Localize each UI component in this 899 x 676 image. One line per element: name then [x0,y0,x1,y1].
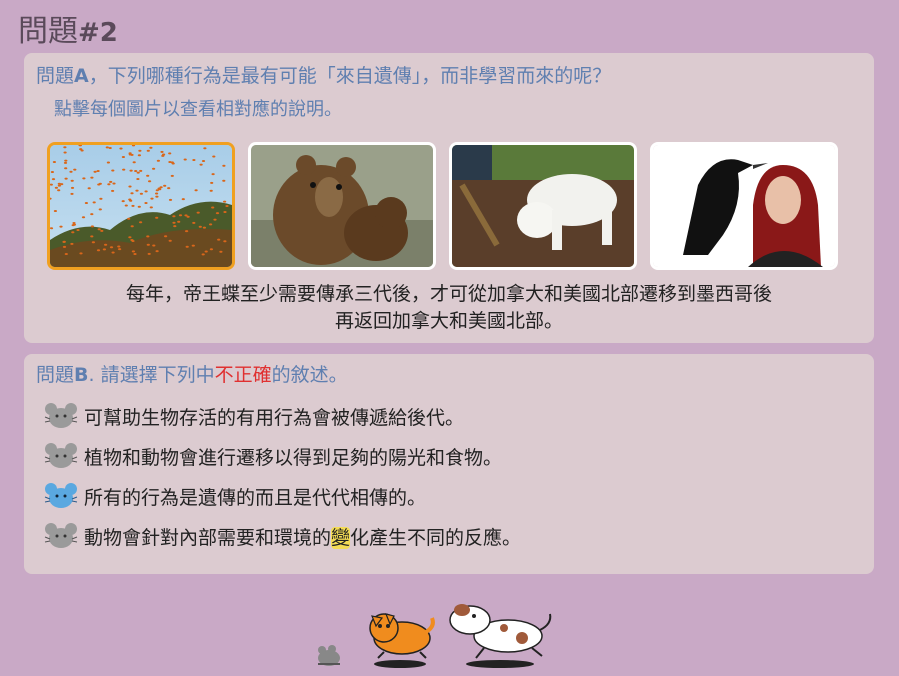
option-4[interactable]: 動物會針對內部需要和環境的變化產生不同的反應。 [44,519,521,553]
question-b-label: 問題 [36,364,75,386]
butterflies-image[interactable] [47,142,235,270]
image-description: 每年，帝王蝶至少需要傳承三代後，才可從加拿大和美國北部遷移到墨西哥後 再返回加拿… [24,281,874,335]
orange-cat-icon [369,613,435,668]
option-1[interactable]: 可幫助生物存活的有用行為會被傳遞給後代。 [44,399,464,433]
question-a-panel: 問題A，下列哪種行為是最有可能「來自遺傳」，而非學習而來的呢？ 點擊每個圖片以查… [24,53,874,343]
mouse-icon [44,403,78,428]
question-b-text-red: 不正確 [214,364,272,386]
question-b-letter: B [74,364,89,386]
question-a-text: ，下列哪種行為是最有可能「來自遺傳」，而非學習而來的呢？ [88,65,612,87]
dog-digging-picture [452,145,634,267]
mouse-icon [44,523,78,548]
option-3-label: 所有的行為是遺傳的而且是代代相傳的。 [84,486,427,509]
mouse-selected-icon [44,483,78,508]
option-4-highlight: 變 [331,526,351,549]
option-2[interactable]: 植物和動物會進行遷移以得到足夠的陽光和食物。 [44,439,502,473]
option-2-label: 植物和動物會進行遷移以得到足夠的陽光和食物。 [84,446,503,469]
title-cjk: 問題 [18,14,78,49]
bears-picture [251,145,433,267]
question-b-prompt: 問題B. 請選擇下列中不正確的敘述。 [36,360,348,387]
question-a-label: 問題 [36,65,75,87]
question-a-prompt: 問題A，下列哪種行為是最有可能「來自遺傳」，而非學習而來的呢？ [36,61,611,88]
option-3[interactable]: 所有的行為是遺傳的而且是代代相傳的。 [44,479,426,513]
question-b-text-pre: . 請選擇下列中 [88,364,215,386]
title-number: #2 [78,18,118,48]
question-a-hint: 點擊每個圖片以查看相對應的說明。 [54,99,342,120]
question-b-panel: 問題B. 請選擇下列中不正確的敘述。 可幫助生物存活的有用行為會被傳遞給後代。 … [24,354,874,574]
crow-woman-picture [653,145,835,267]
option-1-label: 可幫助生物存活的有用行為會被傳遞給後代。 [84,406,465,429]
question-b-text-post: 的敘述。 [271,364,348,386]
small-mouse-icon [318,645,340,666]
description-line-2: 再返回加拿大和美國北部。 [334,310,563,332]
page-title: 問題#2 [18,6,118,50]
bears-image[interactable] [248,142,436,270]
dog-digging-image[interactable] [449,142,637,270]
description-line-1: 每年，帝王蝶至少需要傳承三代後，才可從加拿大和美國北部遷移到墨西哥後 [125,283,772,305]
option-4-label: 動物會針對內部需要和環境的變化產生不同的反應。 [84,523,521,550]
option-4-text-post: 化產生不同的反應。 [350,526,522,549]
butterflies-picture [50,145,232,267]
question-a-letter: A [74,65,89,87]
running-dog-icon [449,604,552,668]
mouse-icon [44,443,78,468]
crow-woman-image[interactable] [650,142,838,270]
option-4-text-pre: 動物會針對內部需要和環境的 [84,526,332,549]
